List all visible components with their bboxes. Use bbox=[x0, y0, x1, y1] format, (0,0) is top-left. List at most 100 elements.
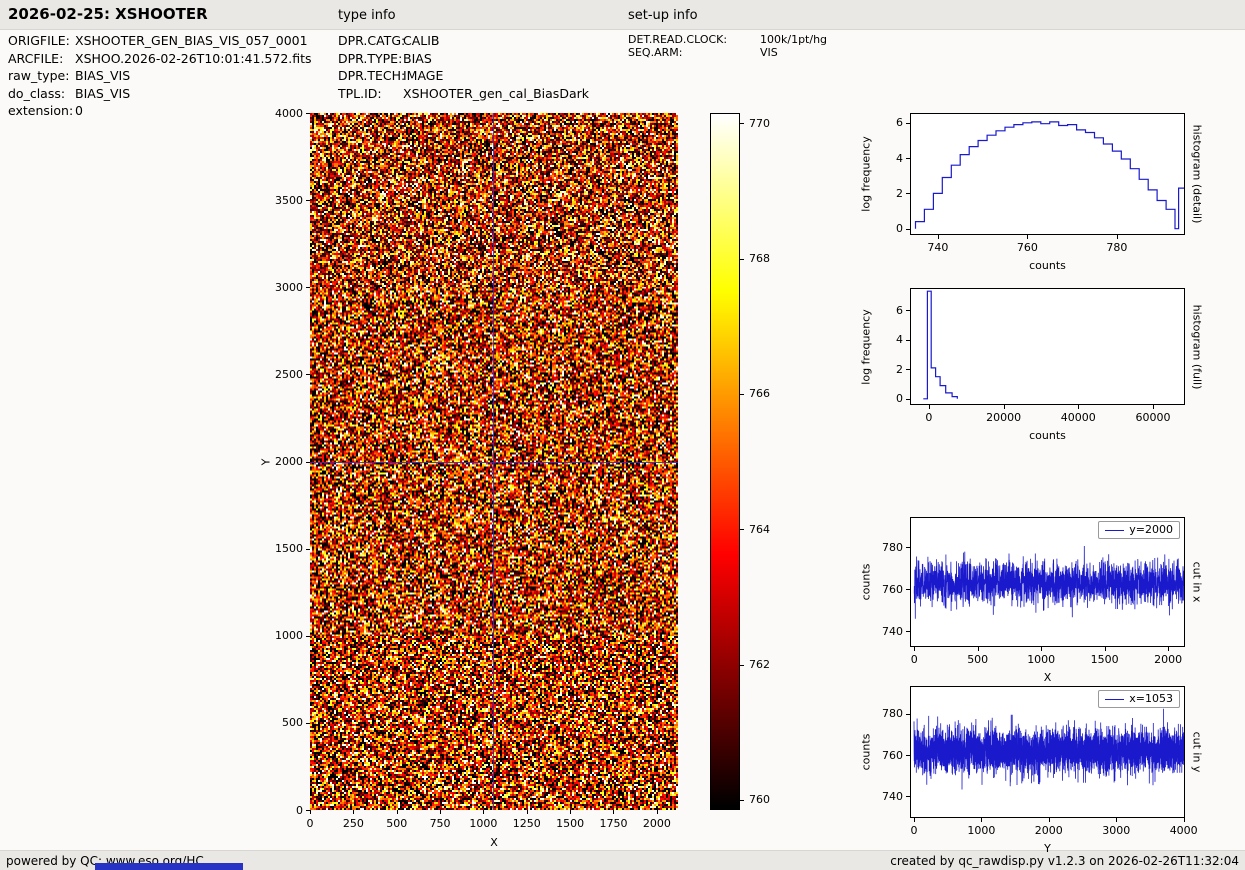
y-tick-mark bbox=[906, 193, 910, 194]
right-side-label: histogram (full) bbox=[1191, 304, 1204, 389]
y-tick-label: 780 bbox=[863, 707, 903, 720]
x-tick-label: 780 bbox=[1082, 241, 1152, 254]
x-tick-label: 740 bbox=[903, 241, 973, 254]
data-line bbox=[916, 122, 1185, 229]
cut-in-y-chart: x=1053 bbox=[910, 686, 1185, 818]
x-tick-label: 60000 bbox=[1118, 411, 1188, 424]
x-tick-mark bbox=[310, 810, 311, 814]
x-tick-label: 20000 bbox=[969, 411, 1039, 424]
metadata-row: DPR.TECH:IMAGE bbox=[338, 68, 589, 86]
x-tick-label: 760 bbox=[992, 241, 1062, 254]
y-tick-label: 0 bbox=[863, 222, 903, 235]
x-tick-label: 1750 bbox=[583, 817, 643, 830]
data-line bbox=[923, 291, 957, 399]
metadata-row: ARCFILE:XSHOO.2026-02-26T10:01:41.572.fi… bbox=[8, 51, 312, 69]
x-tick-mark bbox=[1116, 818, 1117, 822]
x-tick-mark bbox=[440, 810, 441, 814]
colorbar-tick-label: 766 bbox=[749, 387, 783, 400]
legend-line-swatch bbox=[1105, 699, 1124, 700]
colorbar-tick-mark bbox=[740, 800, 744, 801]
metadata-field-label: raw_type: bbox=[8, 68, 75, 83]
header-bar: 2026-02-25: XSHOOTER type info set-up in… bbox=[0, 0, 1245, 30]
metadata-field-value: IMAGE bbox=[403, 68, 443, 83]
bottom-blue-strip bbox=[95, 863, 243, 870]
x-tick-label: 2000 bbox=[627, 817, 687, 830]
y-tick-mark bbox=[906, 340, 910, 341]
x-tick-label: 2000 bbox=[1014, 824, 1084, 837]
metadata-field-value: BIAS_VIS bbox=[75, 86, 130, 101]
type-info-heading: type info bbox=[338, 8, 396, 23]
x-tick-mark bbox=[1168, 647, 1169, 651]
y-tick-label: 740 bbox=[863, 625, 903, 638]
x-tick-mark bbox=[981, 818, 982, 822]
x-tick-mark bbox=[929, 405, 930, 409]
x-tick-label: 1500 bbox=[1070, 653, 1140, 666]
y-tick-mark bbox=[906, 755, 910, 756]
x-tick-mark bbox=[527, 810, 528, 814]
page-title: 2026-02-25: XSHOOTER bbox=[8, 5, 208, 23]
metadata-row: ORIGFILE:XSHOOTER_GEN_BIAS_VIS_057_0001 bbox=[8, 33, 312, 51]
metadata-row: TPL.ID:XSHOOTER_gen_cal_BiasDark bbox=[338, 86, 589, 104]
metadata-row: extension:0 bbox=[8, 103, 312, 121]
y-axis-label: counts bbox=[860, 734, 873, 771]
x-axis-label: X bbox=[910, 671, 1185, 684]
y-tick-mark bbox=[906, 229, 910, 230]
metadata-row: DPR.CATG:CALIB bbox=[338, 33, 589, 51]
x-tick-mark bbox=[657, 810, 658, 814]
x-tick-label: 0 bbox=[894, 411, 964, 424]
colorbar bbox=[710, 113, 740, 810]
histogram-detail-chart bbox=[910, 113, 1185, 235]
plot-legend: y=2000 bbox=[1098, 521, 1180, 539]
y-tick-label: 760 bbox=[863, 749, 903, 762]
y-tick-mark bbox=[906, 589, 910, 590]
y-tick-label: 3500 bbox=[263, 194, 303, 207]
y-axis-label: log frequency bbox=[860, 309, 873, 384]
metadata-field-value: XSHOOTER_gen_cal_BiasDark bbox=[403, 86, 589, 101]
legend-label: x=1053 bbox=[1129, 692, 1173, 706]
x-tick-label: 1000 bbox=[946, 824, 1016, 837]
y-axis-label: log frequency bbox=[860, 136, 873, 211]
type-info-column: DPR.CATG:CALIBDPR.TYPE:BIASDPR.TECH:IMAG… bbox=[338, 33, 589, 103]
metadata-field-value: XSHOOTER_GEN_BIAS_VIS_057_0001 bbox=[75, 33, 308, 48]
x-tick-mark bbox=[1049, 818, 1050, 822]
metadata-field-label: DPR.TECH: bbox=[338, 68, 403, 83]
y-tick-mark bbox=[906, 399, 910, 400]
setup-info-column: DET.READ.CLOCK:100k/1pt/hgSEQ.ARM:VIS bbox=[628, 33, 827, 58]
plot-area bbox=[911, 518, 1184, 646]
metadata-field-value: XSHOO.2026-02-26T10:01:41.572.fits bbox=[75, 51, 312, 66]
metadata-field-label: TPL.ID: bbox=[338, 86, 403, 101]
x-tick-label: 1500 bbox=[540, 817, 600, 830]
x-tick-label: 3000 bbox=[1081, 824, 1151, 837]
y-tick-label: 1500 bbox=[263, 542, 303, 555]
y-tick-mark bbox=[906, 631, 910, 632]
x-axis-label: X bbox=[310, 836, 678, 849]
y-tick-label: 0 bbox=[863, 392, 903, 405]
right-side-label: histogram (detail) bbox=[1191, 125, 1204, 224]
metadata-field-label: DPR.TYPE: bbox=[338, 51, 403, 66]
y-tick-mark bbox=[906, 714, 910, 715]
metadata-row: DPR.TYPE:BIAS bbox=[338, 51, 589, 69]
colorbar-tick-label: 770 bbox=[749, 117, 783, 130]
y-tick-mark bbox=[906, 158, 910, 159]
plot-legend: x=1053 bbox=[1098, 690, 1180, 708]
cut-in-x-chart: y=2000 bbox=[910, 517, 1185, 647]
x-tick-mark bbox=[613, 810, 614, 814]
x-tick-mark bbox=[1027, 235, 1028, 239]
x-tick-label: 250 bbox=[323, 817, 383, 830]
y-axis-label: counts bbox=[860, 564, 873, 601]
x-tick-label: 500 bbox=[367, 817, 427, 830]
y-tick-label: 4 bbox=[863, 333, 903, 346]
plot-area bbox=[911, 289, 1184, 404]
x-tick-mark bbox=[1004, 405, 1005, 409]
y-tick-label: 2000 bbox=[263, 455, 303, 468]
y-axis-label: Y bbox=[260, 458, 273, 465]
metadata-field-value: 0 bbox=[75, 103, 83, 118]
right-side-label: cut in x bbox=[1191, 562, 1204, 603]
right-side-label: cut in y bbox=[1191, 732, 1204, 773]
colorbar-gradient bbox=[711, 114, 739, 809]
y-tick-mark bbox=[906, 123, 910, 124]
x-tick-mark bbox=[1041, 647, 1042, 651]
x-tick-mark bbox=[914, 818, 915, 822]
metadata-row: do_class:BIAS_VIS bbox=[8, 86, 312, 104]
metadata-row: SEQ.ARM:VIS bbox=[628, 46, 827, 59]
